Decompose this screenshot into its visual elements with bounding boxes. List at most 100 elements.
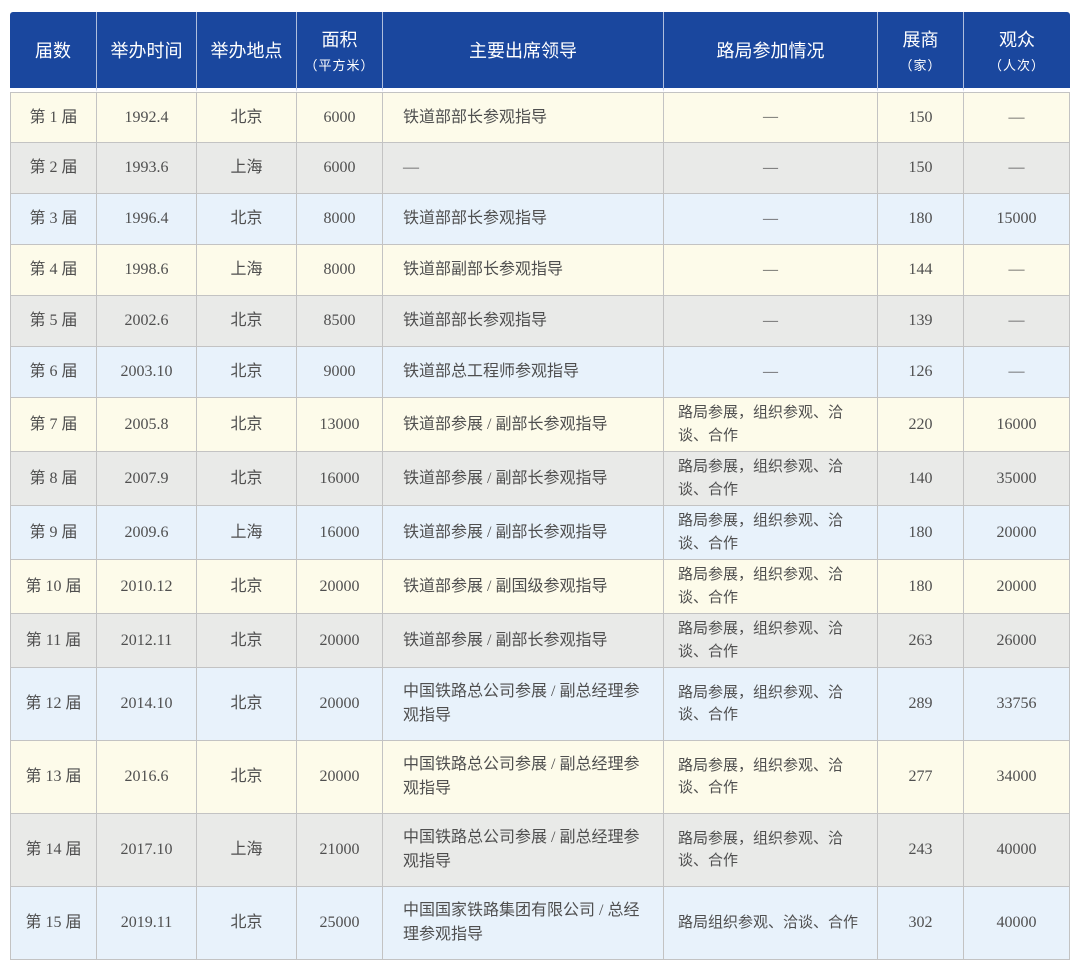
table-cell: 铁道部总工程师参观指导 xyxy=(383,347,664,398)
table-row: 第 1 届1992.4北京6000铁道部部长参观指导—150— xyxy=(10,92,1070,143)
table-cell: 铁道部部长参观指导 xyxy=(383,194,664,245)
table-cell: 25000 xyxy=(297,887,383,960)
table-cell: 20000 xyxy=(297,668,383,741)
table-cell: 243 xyxy=(878,814,964,887)
table-cell: — xyxy=(964,296,1070,347)
table-cell: 20000 xyxy=(964,506,1070,560)
table-cell: 路局参展，组织参观、洽谈、合作 xyxy=(664,506,878,560)
table-body: 第 1 届1992.4北京6000铁道部部长参观指导—150—第 2 届1993… xyxy=(10,92,1070,960)
table-cell: 34000 xyxy=(964,741,1070,814)
column-sublabel: （人次） xyxy=(964,55,1070,74)
table-cell: 2012.11 xyxy=(97,614,197,668)
table-cell: 8000 xyxy=(297,245,383,296)
table-row: 第 6 届2003.10北京9000铁道部总工程师参观指导—126— xyxy=(10,347,1070,398)
table-cell: — xyxy=(383,143,664,194)
table-row: 第 15 届2019.11北京25000中国国家铁路集团有限公司 / 总经理参观… xyxy=(10,887,1070,960)
column-header: 路局参加情况 xyxy=(664,12,878,92)
table-row: 第 7 届2005.8北京13000铁道部参展 / 副部长参观指导路局参展，组织… xyxy=(10,398,1070,452)
table-cell: — xyxy=(664,92,878,143)
table-cell: 北京 xyxy=(197,296,297,347)
column-sublabel: （家） xyxy=(878,55,963,74)
table-cell: 第 11 届 xyxy=(10,614,97,668)
table-cell: 33756 xyxy=(964,668,1070,741)
table-cell: 26000 xyxy=(964,614,1070,668)
column-header: 举办时间 xyxy=(97,12,197,92)
table-cell: 263 xyxy=(878,614,964,668)
table-cell: 20000 xyxy=(297,560,383,614)
table-cell: 21000 xyxy=(297,814,383,887)
table-cell: 2005.8 xyxy=(97,398,197,452)
table-cell: 路局参展，组织参观、洽谈、合作 xyxy=(664,398,878,452)
column-header: 主要出席领导 xyxy=(383,12,664,92)
table-cell: 北京 xyxy=(197,194,297,245)
table-row: 第 2 届1993.6上海6000——150— xyxy=(10,143,1070,194)
table-cell: 第 14 届 xyxy=(10,814,97,887)
table-cell: — xyxy=(664,143,878,194)
table-cell: 路局参展，组织参观、洽谈、合作 xyxy=(664,814,878,887)
table-cell: 铁道部参展 / 副部长参观指导 xyxy=(383,506,664,560)
table-row: 第 14 届2017.10上海21000中国铁路总公司参展 / 副总经理参观指导… xyxy=(10,814,1070,887)
table-cell: 2010.12 xyxy=(97,560,197,614)
table-cell: 第 9 届 xyxy=(10,506,97,560)
table-cell: 139 xyxy=(878,296,964,347)
column-label: 路局参加情况 xyxy=(717,41,825,61)
table-cell: 13000 xyxy=(297,398,383,452)
table-cell: 35000 xyxy=(964,452,1070,506)
table-cell: 北京 xyxy=(197,398,297,452)
table-cell: 1996.4 xyxy=(97,194,197,245)
table-cell: — xyxy=(964,143,1070,194)
table-cell: 北京 xyxy=(197,347,297,398)
table-cell: 第 3 届 xyxy=(10,194,97,245)
table-cell: 北京 xyxy=(197,92,297,143)
table-cell: 20000 xyxy=(964,560,1070,614)
column-label: 主要出席领导 xyxy=(469,41,577,61)
table-cell: 北京 xyxy=(197,614,297,668)
table-cell: 铁道部副部长参观指导 xyxy=(383,245,664,296)
table-cell: 第 2 届 xyxy=(10,143,97,194)
table-cell: 北京 xyxy=(197,560,297,614)
exhibition-history-table: 届数举办时间举办地点面积（平方米）主要出席领导路局参加情况展商（家）观众（人次）… xyxy=(10,12,1070,960)
table-cell: — xyxy=(664,347,878,398)
table-cell: 150 xyxy=(878,143,964,194)
table-cell: 铁道部部长参观指导 xyxy=(383,92,664,143)
table-cell: 路局参展，组织参观、洽谈、合作 xyxy=(664,614,878,668)
table-cell: 20000 xyxy=(297,741,383,814)
table-cell: 北京 xyxy=(197,741,297,814)
table-header: 届数举办时间举办地点面积（平方米）主要出席领导路局参加情况展商（家）观众（人次） xyxy=(10,12,1070,92)
table-cell: 铁道部参展 / 副部长参观指导 xyxy=(383,398,664,452)
table-cell: 8500 xyxy=(297,296,383,347)
table-cell: — xyxy=(664,194,878,245)
table-cell: — xyxy=(964,92,1070,143)
table-cell: 2007.9 xyxy=(97,452,197,506)
table-cell: — xyxy=(664,245,878,296)
table-row: 第 9 届2009.6上海16000铁道部参展 / 副部长参观指导路局参展，组织… xyxy=(10,506,1070,560)
column-header: 展商 （家） xyxy=(878,12,964,92)
table-cell: 150 xyxy=(878,92,964,143)
column-label: 届数 xyxy=(35,41,71,61)
column-header: 届数 xyxy=(10,12,97,92)
table-cell: 302 xyxy=(878,887,964,960)
table-cell: 铁道部部长参观指导 xyxy=(383,296,664,347)
table-cell: 第 5 届 xyxy=(10,296,97,347)
column-header: 面积（平方米） xyxy=(297,12,383,92)
column-label: 展商 xyxy=(903,30,939,50)
table-cell: 2014.10 xyxy=(97,668,197,741)
table-cell: 路局组织参观、洽谈、合作 xyxy=(664,887,878,960)
page-background: 届数举办时间举办地点面积（平方米）主要出席领导路局参加情况展商（家）观众（人次）… xyxy=(0,0,1080,974)
table-cell: 16000 xyxy=(297,452,383,506)
table-row: 第 8 届2007.9北京16000铁道部参展 / 副部长参观指导路局参展，组织… xyxy=(10,452,1070,506)
table-row: 第 10 届2010.12北京20000铁道部参展 / 副国级参观指导路局参展，… xyxy=(10,560,1070,614)
table-cell: 1992.4 xyxy=(97,92,197,143)
table-cell: 6000 xyxy=(297,92,383,143)
table-cell: 144 xyxy=(878,245,964,296)
column-header: 观众（人次） xyxy=(964,12,1070,92)
table-cell: 2019.11 xyxy=(97,887,197,960)
table-cell: 第 8 届 xyxy=(10,452,97,506)
table-cell: 北京 xyxy=(197,452,297,506)
table-cell: 中国国家铁路集团有限公司 / 总经理参观指导 xyxy=(383,887,664,960)
table-row: 第 11 届2012.11北京20000铁道部参展 / 副部长参观指导路局参展，… xyxy=(10,614,1070,668)
table-row: 第 5 届2002.6北京8500铁道部部长参观指导—139— xyxy=(10,296,1070,347)
table-cell: 路局参展，组织参观、洽谈、合作 xyxy=(664,741,878,814)
table-cell: 1993.6 xyxy=(97,143,197,194)
table-cell: 路局参展，组织参观、洽谈、合作 xyxy=(664,668,878,741)
